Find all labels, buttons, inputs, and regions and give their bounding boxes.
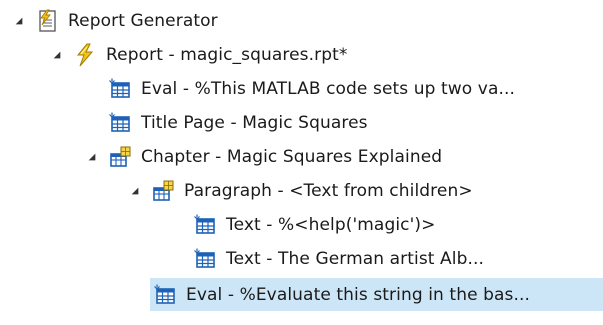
tree-node-report[interactable]: Report - magic_squares.rpt* [51,38,347,71]
tree-node-eval[interactable]: Eval - %This MATLAB code sets up two va.… [108,72,515,105]
table-component-icon [108,111,132,135]
tree-node-label: Text - The German artist Alb... [226,248,485,269]
tree-node-label: Eval - %This MATLAB code sets up two va.… [141,78,515,99]
tree-node-eval-selected[interactable]: Eval - %Evaluate this string in the bas.… [150,278,603,311]
table-component-icon [153,283,177,307]
tree-node-label: Report - magic_squares.rpt* [106,44,348,65]
table-component-icon [193,247,217,271]
tree-node-report-generator[interactable]: Report Generator [13,4,218,37]
chapter-component-icon [108,145,132,169]
tree-node-text-help[interactable]: Text - %<help('magic')> [193,208,435,241]
tree-node-label: Chapter - Magic Squares Explained [141,146,443,167]
tree-node-label: Title Page - Magic Squares [141,112,368,133]
collapse-triangle-icon[interactable] [13,15,25,27]
tree-node-label: Text - %<help('magic')> [226,214,436,235]
tree-node-chapter[interactable]: Chapter - Magic Squares Explained [86,140,442,173]
report-lightning-icon [73,43,97,67]
collapse-triangle-icon[interactable] [51,49,63,61]
tree-node-label: Report Generator [68,10,218,31]
table-component-icon [108,77,132,101]
tree-node-label: Paragraph - <Text from children> [184,180,473,201]
tree-node-text-artist[interactable]: Text - The German artist Alb... [193,242,484,275]
tree-node-title-page[interactable]: Title Page - Magic Squares [108,106,368,139]
tree-node-paragraph[interactable]: Paragraph - <Text from children> [129,174,473,207]
chapter-component-icon [151,179,175,203]
collapse-triangle-icon[interactable] [129,185,141,197]
tree-node-label: Eval - %Evaluate this string in the bas.… [186,284,531,305]
table-component-icon [193,213,217,237]
report-explorer-tree: Report Generator Report - magic_squares.… [0,0,603,325]
report-generator-icon [35,9,59,33]
collapse-triangle-icon[interactable] [86,151,98,163]
